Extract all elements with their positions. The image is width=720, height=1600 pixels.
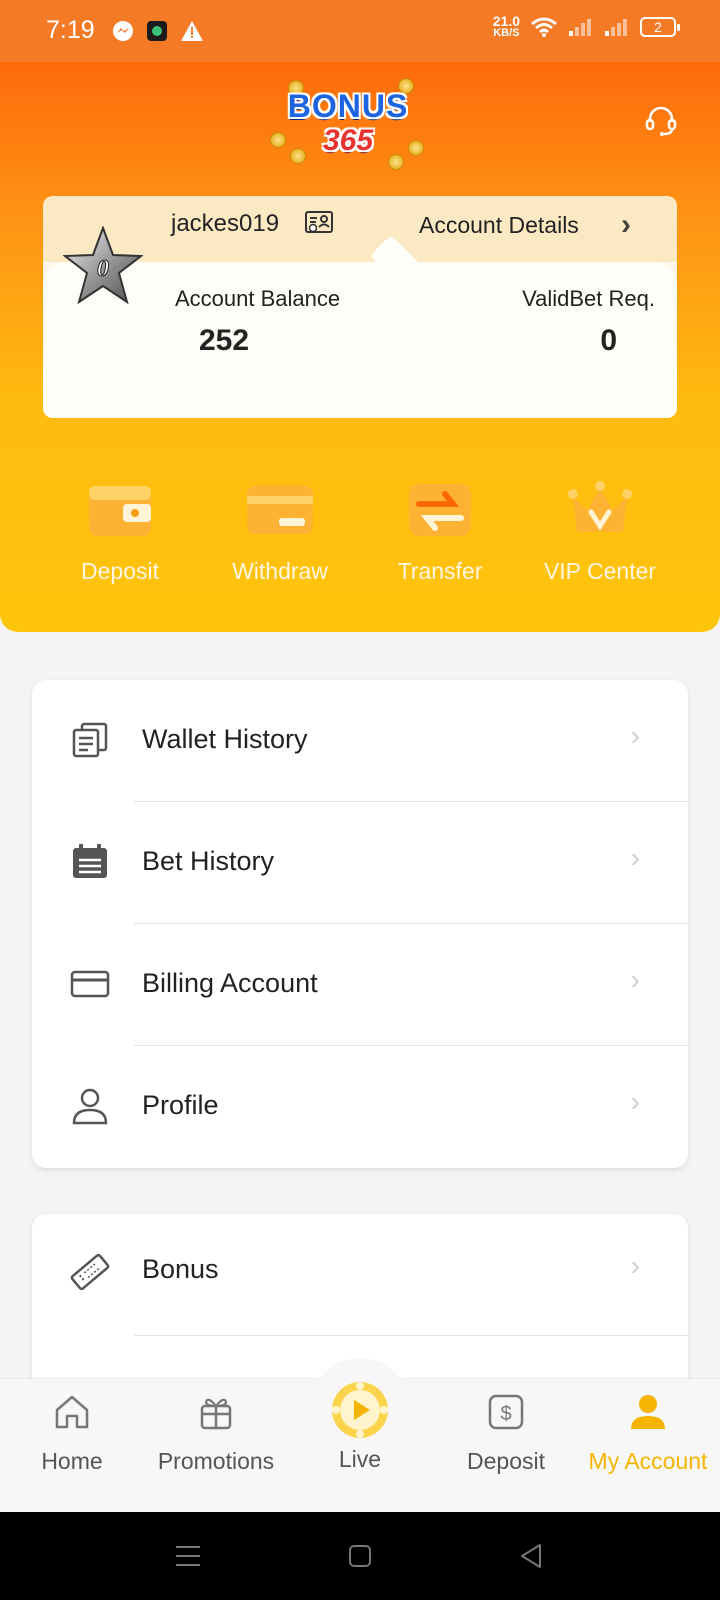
nav-promotions[interactable]: Promotions (146, 1392, 286, 1475)
system-navigation-bar (0, 1512, 720, 1600)
quick-vip-center-button[interactable]: VIP Center (530, 480, 670, 585)
wallet-history-label: Wallet History (142, 724, 308, 754)
chevron-right-icon: › (630, 964, 640, 995)
account-details-link[interactable]: Account Details (419, 212, 579, 239)
chevron-right-icon: › (630, 720, 640, 751)
calendar-icon (73, 844, 107, 878)
battery-indicator: 2 (640, 16, 680, 37)
crown-icon (568, 481, 632, 532)
chevron-right-icon[interactable]: › (621, 208, 631, 242)
quick-transfer-label: Transfer (397, 558, 483, 584)
nav-home[interactable]: Home (2, 1392, 142, 1475)
id-card-icon[interactable] (305, 210, 333, 234)
chevron-right-icon: › (630, 1250, 640, 1281)
status-right: 21.0 KB/S 2 (492, 13, 680, 39)
nav-my-account[interactable]: My Account (578, 1392, 718, 1475)
balance-label: Account Balance (175, 286, 341, 311)
validbet-value: 0 (600, 324, 617, 357)
quick-withdraw-button[interactable]: Withdraw (210, 480, 350, 585)
messenger-icon (113, 21, 133, 41)
customer-support-icon[interactable] (644, 104, 678, 138)
status-bar: 7:19 21.0 KB/S 2 (0, 0, 720, 62)
nav-live-label: Live (338, 1446, 382, 1472)
status-time: 7:19 (46, 16, 95, 44)
menu-item-profile[interactable]: Profile › (32, 1046, 688, 1168)
nav-home-label: Home (41, 1448, 103, 1474)
user-icon (72, 1088, 108, 1125)
logo-number: 365 (322, 124, 374, 157)
quick-deposit-button[interactable]: Deposit (50, 480, 190, 585)
menu-item-wallet-history[interactable]: Wallet History › (32, 680, 688, 802)
gift-icon (200, 1398, 232, 1430)
documents-icon (72, 722, 108, 758)
home-icon (55, 1395, 89, 1429)
back-icon[interactable] (514, 1538, 550, 1574)
balance-value: 252 (199, 324, 250, 357)
quick-vip-center-label: VIP Center (543, 558, 657, 584)
billing-account-label: Billing Account (142, 968, 318, 998)
credit-card-icon (70, 970, 110, 998)
ticket-icon (70, 1253, 110, 1291)
menu-card-primary: Wallet History › Bet History › Billing A… (32, 680, 688, 1168)
vip-level: 0 (97, 256, 109, 282)
wallet-icon (89, 486, 151, 536)
menu-item-bet-history[interactable]: Bet History › (32, 802, 688, 924)
bonus365-logo: BONUS 365 (268, 74, 428, 174)
validbet-label: ValidBet Req. (522, 286, 655, 311)
logo-word: BONUS (287, 88, 409, 124)
dollar-icon: $ (488, 1394, 524, 1430)
wifi-icon (531, 17, 557, 37)
menu-icon[interactable] (170, 1538, 206, 1574)
vip-star-badge-icon: 0 (63, 226, 143, 305)
username: jackes019 (171, 210, 280, 237)
card-icon (247, 486, 313, 534)
nav-my-account-label: My Account (588, 1448, 708, 1474)
app-notification-icon (147, 21, 167, 41)
bet-history-label: Bet History (142, 846, 275, 876)
account-icon (631, 1395, 665, 1429)
account-header: BONUS 365 jackes019 Account Details › 0 … (0, 62, 720, 632)
menu-item-bonus[interactable]: Bonus › (32, 1214, 688, 1336)
chevron-right-icon: › (630, 842, 640, 873)
nav-deposit[interactable]: $ Deposit (436, 1392, 576, 1475)
quick-deposit-label: Deposit (81, 558, 159, 584)
quick-transfer-button[interactable]: Transfer (370, 480, 510, 585)
warning-icon (181, 21, 203, 41)
menu-item-billing-account[interactable]: Billing Account › (32, 924, 688, 1046)
chevron-right-icon: › (630, 1086, 640, 1117)
nav-live[interactable]: Live (290, 1382, 430, 1473)
nav-deposit-label: Deposit (467, 1448, 545, 1474)
signal-icon-2 (605, 18, 627, 36)
play-icon (332, 1382, 388, 1438)
profile-label: Profile (142, 1090, 219, 1120)
quick-withdraw-label: Withdraw (232, 558, 328, 584)
nav-promotions-label: Promotions (157, 1448, 275, 1474)
transfer-icon (409, 484, 471, 536)
signal-icon-1 (569, 18, 591, 36)
network-speed: 21.0 KB/S (492, 13, 520, 39)
account-card: jackes019 Account Details › 0 Account Ba… (43, 196, 677, 418)
svg-text:$: $ (500, 1403, 511, 1425)
bonus-label: Bonus (142, 1254, 219, 1284)
home-square-icon[interactable] (342, 1538, 378, 1574)
